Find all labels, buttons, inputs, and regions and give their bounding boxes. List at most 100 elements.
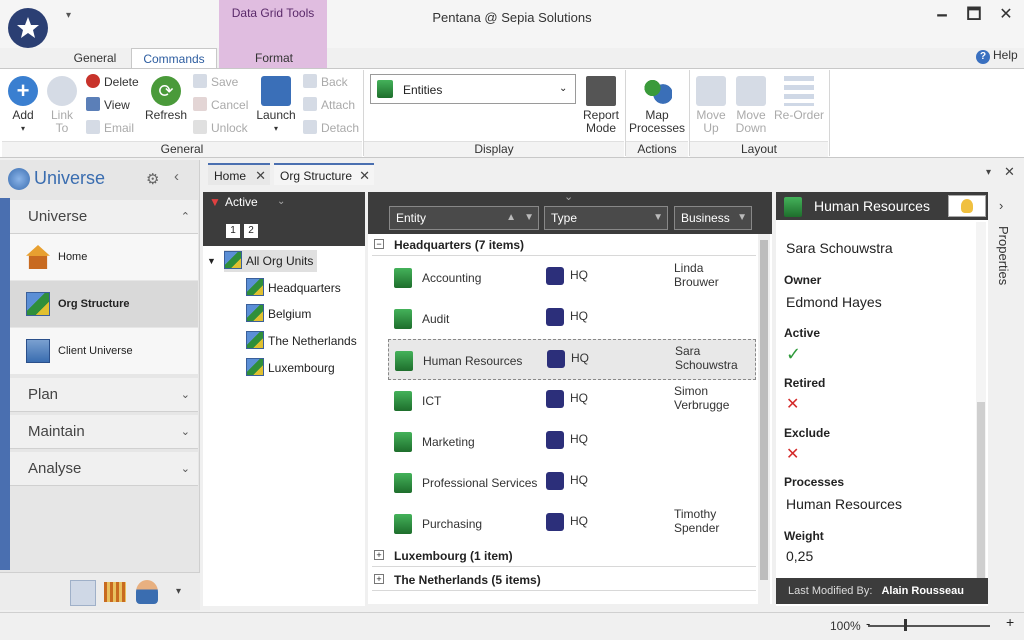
nav-section-universe[interactable]: Universe ⌃: [10, 200, 198, 234]
add-button[interactable]: + Add ▾: [6, 76, 40, 135]
close-icon[interactable]: ✕: [255, 165, 266, 187]
table-row[interactable]: Marketing HQ: [388, 421, 756, 462]
chevron-right-icon[interactable]: ›: [999, 198, 1003, 213]
column-header-type[interactable]: Type ▼: [544, 206, 668, 230]
group-label-actions: Actions: [626, 141, 688, 157]
chevron-down-icon: ⌄: [559, 83, 568, 94]
grid-scrollbar-thumb[interactable]: [760, 240, 768, 580]
last-modified-bar: Last Modified By: Alain Rousseau: [776, 578, 988, 604]
group-row-netherlands[interactable]: + The Netherlands (5 items): [372, 569, 756, 591]
tab-general[interactable]: General: [66, 48, 124, 68]
expand-caret-icon[interactable]: ▼: [207, 256, 216, 266]
user-shortcut-icon[interactable]: [136, 580, 158, 604]
group-row-headquarters[interactable]: − Headquarters (7 items): [372, 234, 756, 256]
view-button[interactable]: View: [86, 95, 130, 115]
zoom-in-button[interactable]: +: [1006, 614, 1014, 630]
lightbulb-button[interactable]: [948, 195, 986, 217]
type-icon: [546, 431, 564, 449]
universe-shortcut-icon[interactable]: [70, 580, 96, 606]
properties-tab-label[interactable]: Properties: [996, 226, 1011, 285]
map-processes-button[interactable]: Map Processes: [628, 76, 686, 135]
report-mode-button[interactable]: Report Mode: [580, 76, 622, 135]
maximize-button[interactable]: 🗖: [960, 4, 988, 26]
column-header-business[interactable]: Business ▼: [674, 206, 752, 230]
close-button[interactable]: ✕: [992, 4, 1020, 26]
back-button[interactable]: Back: [303, 72, 348, 92]
nav-item-client-universe[interactable]: Client Universe: [10, 328, 198, 374]
column-header-entity[interactable]: Entity ▲ ▼: [389, 206, 539, 230]
move-up-icon: [696, 76, 726, 106]
tree-node[interactable]: Belgium: [246, 303, 311, 325]
zoom-slider-thumb[interactable]: [904, 619, 907, 631]
chevron-up-icon: ⌃: [180, 211, 190, 223]
minimize-button[interactable]: 🗕: [928, 4, 956, 26]
delete-button[interactable]: Delete: [86, 72, 139, 92]
tab-commands[interactable]: Commands: [131, 48, 217, 68]
org-unit-icon: [246, 358, 264, 376]
entity-icon: [394, 432, 412, 452]
cross-icon: ✕: [786, 396, 800, 413]
zoom-out-button[interactable]: -: [866, 616, 870, 631]
tree-node[interactable]: Luxembourg: [246, 357, 335, 379]
display-select[interactable]: Entities ⌄: [370, 74, 576, 104]
collapse-icon[interactable]: −: [374, 239, 384, 249]
move-up-button[interactable]: Move Up: [692, 76, 730, 135]
type-icon: [546, 308, 564, 326]
chevron-down-icon[interactable]: ▾: [176, 586, 181, 597]
tab-format[interactable]: Format: [244, 48, 304, 68]
save-button[interactable]: Save: [193, 72, 238, 92]
email-button[interactable]: Email: [86, 118, 134, 138]
launch-button[interactable]: Launch ▾: [254, 76, 298, 135]
unlock-button[interactable]: Unlock: [193, 118, 248, 138]
table-row[interactable]: Audit HQ: [388, 298, 756, 339]
filter-icon: ▼: [524, 212, 534, 223]
help-button[interactable]: ? Help: [976, 48, 1018, 64]
table-row[interactable]: Professional Services HQ: [388, 462, 756, 503]
refresh-button[interactable]: ⟳ Refresh: [144, 76, 188, 122]
close-icon[interactable]: ✕: [359, 165, 370, 187]
collapse-pane-icon[interactable]: ‹: [174, 168, 179, 185]
expand-icon[interactable]: +: [374, 550, 384, 560]
tab-org-structure[interactable]: Org Structure ✕: [274, 163, 374, 185]
attach-button[interactable]: Attach: [303, 95, 355, 115]
plan-shortcut-icon[interactable]: [104, 582, 126, 602]
org-unit-icon: [224, 251, 242, 269]
tree-node[interactable]: Headquarters: [246, 277, 341, 299]
cancel-button[interactable]: Cancel: [193, 95, 248, 115]
level-2-button[interactable]: 2: [244, 224, 258, 238]
level-1-button[interactable]: 1: [226, 224, 240, 238]
zoom-slider[interactable]: [868, 625, 990, 627]
group-row-luxembourg[interactable]: + Luxembourg (1 item): [372, 545, 756, 567]
table-row[interactable]: Accounting HQ Linda Brouwer: [388, 257, 756, 298]
nav-section-plan[interactable]: Plan ⌄: [10, 378, 198, 412]
tab-home[interactable]: Home ✕: [208, 163, 270, 185]
reorder-button[interactable]: Re-Order: [772, 76, 826, 122]
table-row-selected[interactable]: Human Resources HQ Sara Schouwstra: [388, 339, 756, 380]
attach-icon: [303, 97, 317, 111]
type-icon: [547, 350, 565, 368]
launch-icon: [261, 76, 291, 106]
gear-icon[interactable]: ⚙: [146, 170, 159, 188]
link-to-button[interactable]: Link To: [46, 76, 78, 135]
tree-node[interactable]: The Netherlands: [246, 330, 357, 352]
tree-filter[interactable]: ▼ Active ⌄: [203, 192, 365, 212]
entities-icon: [377, 80, 393, 98]
tree-node-root[interactable]: All Org Units: [224, 250, 318, 272]
tab-list-dropdown-icon[interactable]: ▾: [986, 167, 991, 178]
detach-button[interactable]: Detach: [303, 118, 359, 138]
org-unit-icon: [246, 278, 264, 296]
move-down-button[interactable]: Move Down: [732, 76, 770, 135]
chevron-down-icon[interactable]: ⌄: [564, 190, 573, 203]
home-icon: [26, 245, 50, 269]
expand-icon[interactable]: +: [374, 574, 384, 584]
nav-section-analyse[interactable]: Analyse ⌄: [10, 452, 198, 486]
nav-section-maintain[interactable]: Maintain ⌄: [10, 415, 198, 449]
chevron-down-icon: ⌄: [180, 389, 190, 401]
properties-scrollbar-thumb[interactable]: [977, 402, 985, 578]
close-icon[interactable]: ✕: [1004, 164, 1015, 180]
nav-item-org-structure[interactable]: Org Structure: [10, 281, 198, 327]
table-row[interactable]: ICT HQ Simon Verbrugge: [388, 380, 756, 421]
table-row[interactable]: Purchasing HQ Timothy Spender: [388, 503, 756, 544]
nav-item-home[interactable]: Home: [10, 234, 198, 280]
nav-pane-title: Universe: [34, 168, 106, 188]
